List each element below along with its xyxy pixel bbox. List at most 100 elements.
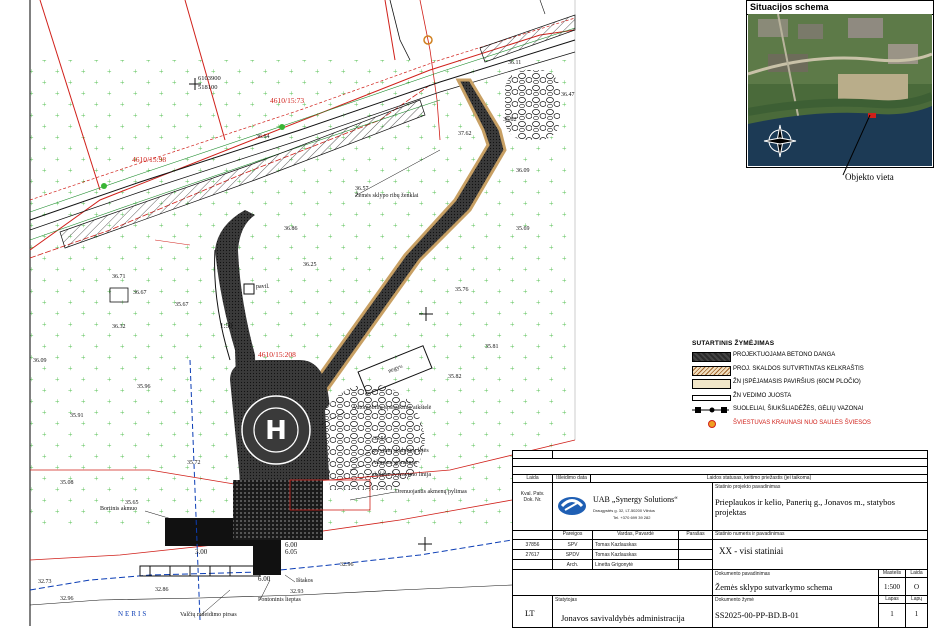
elevation-label: 36.57 [355,186,369,192]
map-annotation: Valčių nuleidimo pirsas [180,612,237,618]
svg-text:H: H [265,416,287,446]
tb-header: Laidos statusas, keitimo priežastis (jei… [591,475,927,483]
tb-header: Pareigos [553,531,593,540]
company-logo-icon [558,497,586,515]
elevation-label: 35.72 [187,460,201,466]
staff-role: Arch. [553,560,593,570]
elevation-label: 36.32 [112,324,126,330]
map-annotation: skaldos žvyravimo linija [372,472,431,478]
title-block: Laida Išleidimo data Laidos statusas, ke… [512,450,928,628]
staff-name: Linetta Grigonytė [593,560,679,570]
dimension-label: 1:50 [220,322,233,330]
object-location-label: Objekto vieta [845,172,894,182]
legend-item: PROJ. SKALDOS SUTVIRTINTAS KELKRAŠTIS [692,364,942,378]
tb-empty [513,531,553,540]
elevation-label: 37.62 [458,131,472,137]
tb-lang-cell: LT [513,596,553,627]
parcel-label: 4610/15:73 [270,96,305,105]
structure-value: XX - visi statiniai [719,546,784,556]
company-name: UAB „Synergy Solutions“ [593,495,678,504]
elevation-label: 35.82 [448,374,462,380]
elevation-label: 35.65 [125,500,139,506]
elevation-label: 36.71 [112,274,126,280]
sheet-number: 1 [879,604,906,627]
revision-value: O [906,578,927,596]
map-annotation: pavil. [256,284,270,290]
tb-header: Lapų [906,596,927,604]
elevation-label: 32.96 [60,596,74,602]
elevation-label: 32.93 [290,589,304,595]
document-name: Žemės sklypo sutvarkymo schema [715,582,833,592]
staff-nr [513,560,553,570]
tb-row [513,451,927,459]
map-annotation: Bortinis akmuo [100,506,138,512]
tb-header: Laida [513,475,553,483]
bench-icon [692,406,729,414]
gravel-swatch [692,365,731,376]
legend-item: SUOLELIAI, ŠIUKŠLIADĖŽĖS, GĖLIŲ VAZONAI [692,404,942,418]
legend: SUTARTINIS ŽYMĖJIMAS PROJEKTUOJAMA BETON… [692,340,942,431]
staff-nr: 27617 [513,550,553,560]
elevation-label: 32.96 [340,562,354,568]
parcel-label: 4610/15:208 [258,350,296,359]
staff-nr: 37856 [513,540,553,550]
company-phone: Tel. +370 699 39 282 [613,515,651,520]
staff-role: SPDV [553,550,593,560]
document-cell: Dokumento pavadinimas Žemės sklypo sutva… [713,570,879,596]
sheet-count: 1 [914,610,919,618]
map-annotation: Ištakos [296,578,313,584]
company-address: Draugystės g. 32, LT-50200 Vilnius [593,508,655,513]
legend-item: PROJEKTUOJAMA BETONO DANGA [692,350,942,364]
client-name: Jonavos savivaldybės administracija [561,613,685,623]
legend-item: ŽN ĮSPĖJAMASIS PAVIRŠIUS (60CM PLOČIO) [692,377,942,391]
tb-kval: Kval. Patv. Dok. Nr. [513,483,553,531]
tb-header: Laida [906,570,927,578]
tb-header: Vardas, Pavardė [593,531,679,540]
tb-header: Parašas [679,531,713,540]
tb-header: Mastelis [879,570,906,578]
coordinate-label: 518100 [198,84,218,91]
legend-title: SUTARTINIS ŽYMĖJIMAS [692,340,775,347]
staff-name: Tomas Kazlauskas [593,550,679,560]
scale-value: 1:500 [879,578,906,596]
dimension-label: 6.05 [285,548,298,556]
legend-item: ŽN VEDIMO JUOSTA [692,391,942,405]
map-annotation: Automobilių apsisukimo aikštelė [352,405,432,411]
project-cell: Statinio projekto pavadinimas Prieplauko… [713,483,927,531]
coordinate-label: 6103900 [198,75,221,82]
staff-signature [679,540,713,550]
guide-strip-swatch [692,394,731,401]
dimension-label: 6.00 [258,575,271,583]
legend-item: ŠVIESTUVAS KRAUNASI NUO SAULĖS ŠVIESOS [692,418,942,432]
client-cell: Statytojas Jonavos savivaldybės administ… [553,596,713,627]
elevation-label: 35.67 [175,302,189,308]
language-code: LT [525,608,535,618]
concrete-swatch [692,352,731,362]
elevation-label: 36.09 [33,358,47,364]
dimension-label: 3.00 [195,548,208,556]
elevation-label: 35.08 [60,480,74,486]
elevation-label: 36.11 [508,60,522,66]
elevation-label: 36.25 [303,262,317,268]
elevation-label: 32.73 [38,579,52,585]
document-code: SS2025-00-PP-BD.B-01 [715,610,799,620]
project-name: Prieplaukos ir kelio, Panerių g., Jonavo… [715,497,895,517]
tb-row [513,459,927,467]
company-logo-block: UAB „Synergy Solutions“ Draugystės g. 32… [553,483,713,531]
structure-cell: XX - visi statiniai [713,540,927,570]
elevation-label: 35.91 [70,413,84,419]
object-location-pointer [842,114,871,176]
elevation-label: 35.76 [455,287,469,293]
tb-header: Išleidimo data [553,475,591,483]
tb-empty [513,570,713,596]
elevation-label: 35.51 [373,436,387,442]
warning-surface-swatch [692,379,731,389]
map-annotation: Drenuojantis akmenų pylimas [395,489,467,495]
elevation-label: 36.64 [256,134,270,140]
elevation-label: 36.67 [133,290,147,296]
parcel-label: 4610/15:98 [132,155,167,164]
map-annotation: Akmenų grindinys [372,460,417,466]
elevation-label: 35.81 [485,344,499,350]
elevation-label: 35.69 [516,226,530,232]
staff-signature [679,550,713,560]
